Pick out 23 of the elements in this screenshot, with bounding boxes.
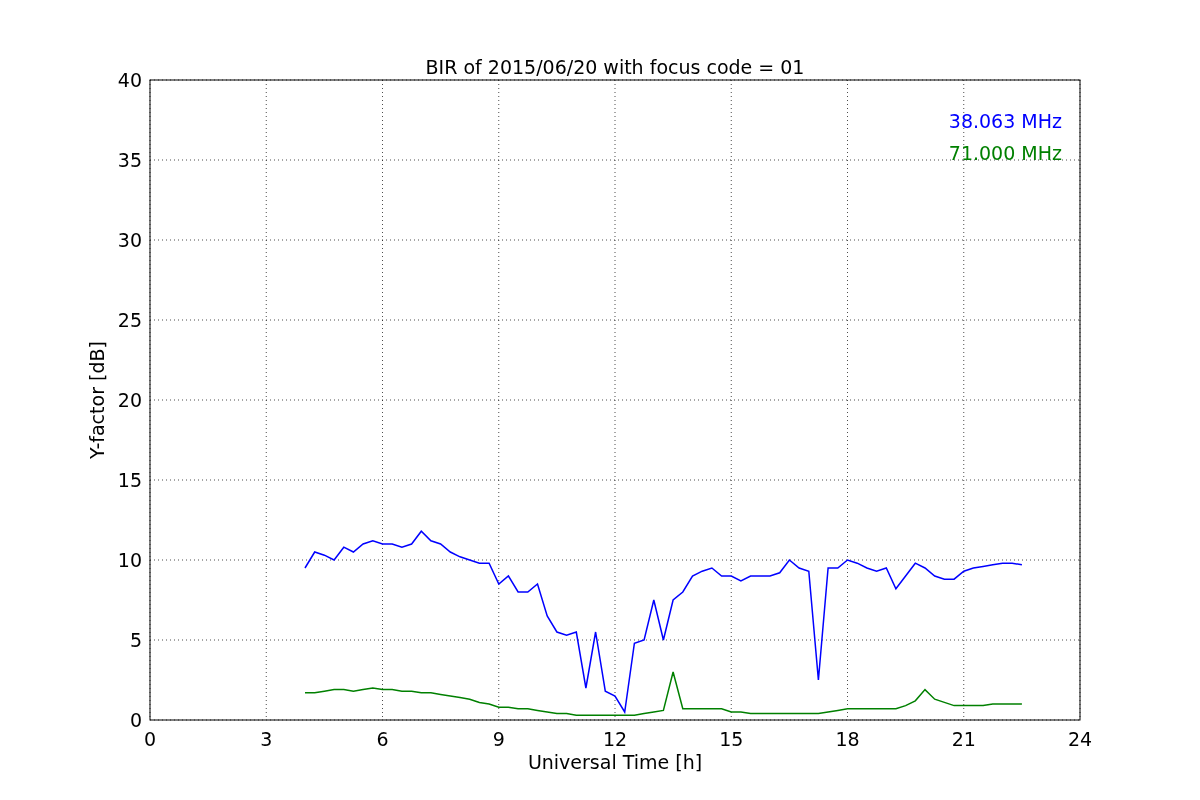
y-tick-label: 0 bbox=[129, 709, 142, 731]
legend-label: 71.000 MHz bbox=[948, 142, 1062, 164]
y-tick-label: 25 bbox=[117, 309, 142, 331]
x-tick-label: 3 bbox=[260, 728, 273, 750]
y-tick-label: 30 bbox=[117, 229, 142, 251]
x-axis-label: Universal Time [h] bbox=[527, 751, 703, 773]
y-tick-label: 40 bbox=[117, 69, 142, 91]
y-tick-label: 20 bbox=[117, 389, 142, 411]
x-tick-label: 0 bbox=[143, 728, 157, 750]
x-tick-label: 24 bbox=[1067, 728, 1093, 750]
y-tick-label: 10 bbox=[117, 549, 142, 571]
chart-title: BIR of 2015/06/20 with focus code = 01 bbox=[425, 56, 805, 78]
x-tick-label: 18 bbox=[835, 728, 860, 750]
y-tick-label: 15 bbox=[117, 469, 142, 491]
legend-label: 38.063 MHz bbox=[948, 110, 1062, 132]
x-tick-label: 21 bbox=[951, 728, 976, 750]
x-tick-label: 9 bbox=[492, 728, 505, 750]
y-axis-label: Y-factor [dB] bbox=[86, 341, 108, 459]
y-tick-label: 35 bbox=[117, 149, 142, 171]
x-tick-label: 12 bbox=[602, 728, 628, 750]
x-tick-label: 6 bbox=[376, 728, 389, 750]
y-tick-label: 5 bbox=[129, 629, 142, 651]
x-tick-label: 15 bbox=[719, 728, 744, 750]
